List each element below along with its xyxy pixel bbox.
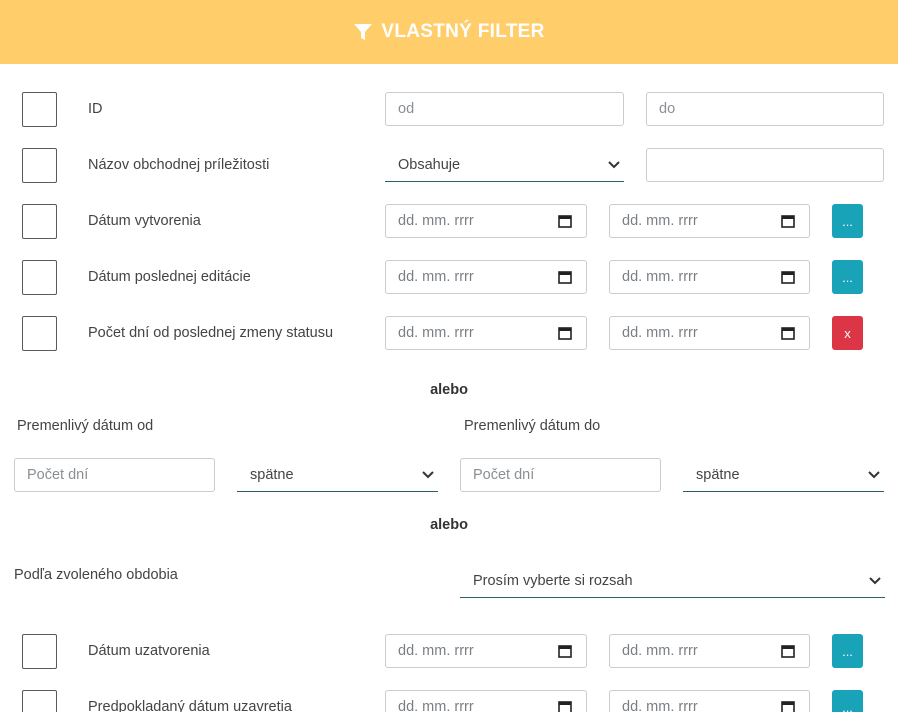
closed-to-date[interactable]: dd. mm. rrrr [609, 634, 810, 668]
filter-row-name: Názov obchodnej príležitosti Obsahuje [0, 148, 898, 184]
chevron-down-icon [868, 470, 880, 478]
date-placeholder: dd. mm. rrrr [398, 269, 474, 285]
id-to-input[interactable]: do [646, 92, 884, 126]
filter-row-edited: Dátum poslednej editácie dd. mm. rrrr dd… [0, 260, 898, 296]
date-placeholder: dd. mm. rrrr [622, 269, 698, 285]
chevron-down-icon [608, 160, 620, 168]
date-placeholder: dd. mm. rrrr [622, 699, 698, 712]
calendar-icon[interactable] [558, 644, 572, 658]
date-placeholder: dd. mm. rrrr [398, 643, 474, 659]
select-value: spätne [696, 466, 740, 483]
calendar-icon[interactable] [781, 700, 795, 712]
date-placeholder: dd. mm. rrrr [622, 325, 698, 341]
filter-row-expected-close: Predpokladaný dátum uzavretia dd. mm. rr… [0, 690, 898, 712]
chevron-down-icon [869, 576, 881, 584]
calendar-icon[interactable] [781, 326, 795, 340]
row-label: Dátum poslednej editácie [88, 269, 251, 285]
calendar-icon[interactable] [781, 644, 795, 658]
row-label: Predpokladaný dátum uzavretia [88, 699, 292, 712]
edited-options-button[interactable]: ... [832, 260, 863, 294]
variable-from-direction-select[interactable]: spätne [237, 458, 438, 492]
status-clear-button[interactable]: x [832, 316, 863, 350]
variable-to-label: Premenlivý dátum do [464, 418, 601, 434]
calendar-icon[interactable] [558, 214, 572, 228]
calendar-icon[interactable] [781, 214, 795, 228]
closed-from-date[interactable]: dd. mm. rrrr [385, 634, 587, 668]
filter-row-status-days: Počet dní od poslednej zmeny statusu dd.… [0, 316, 898, 352]
date-placeholder: dd. mm. rrrr [398, 325, 474, 341]
expected-from-date[interactable]: dd. mm. rrrr [385, 690, 587, 712]
checkbox-expected-close[interactable] [22, 690, 57, 712]
variable-to-direction-select[interactable]: spätne [683, 458, 884, 492]
variable-to-days-input[interactable]: Počet dní [460, 458, 661, 492]
status-from-date[interactable]: dd. mm. rrrr [385, 316, 587, 350]
closed-options-button[interactable]: ... [832, 634, 863, 668]
created-options-button[interactable]: ... [832, 204, 863, 238]
row-label: Počet dní od poslednej zmeny statusu [88, 325, 334, 341]
calendar-icon[interactable] [558, 326, 572, 340]
or-separator: alebo [430, 517, 468, 533]
header-title: VLASTNÝ FILTER [381, 21, 545, 42]
created-from-date[interactable]: dd. mm. rrrr [385, 204, 587, 238]
select-value: Obsahuje [398, 156, 461, 173]
period-label: Podľa zvoleného obdobia [14, 567, 178, 583]
calendar-icon[interactable] [558, 700, 572, 712]
date-placeholder: dd. mm. rrrr [398, 699, 474, 712]
name-match-select[interactable]: Obsahuje [385, 148, 624, 182]
expected-options-button[interactable]: ... [832, 690, 863, 712]
status-to-date[interactable]: dd. mm. rrrr [609, 316, 810, 350]
name-text-input[interactable] [646, 148, 884, 182]
row-label: Dátum vytvorenia [88, 213, 201, 229]
row-label: Názov obchodnej príležitosti [88, 157, 270, 173]
checkbox-id[interactable] [22, 92, 57, 127]
filter-row-closed: Dátum uzatvorenia dd. mm. rrrr dd. mm. r… [0, 634, 898, 670]
calendar-icon[interactable] [558, 270, 572, 284]
created-to-date[interactable]: dd. mm. rrrr [609, 204, 810, 238]
expected-to-date[interactable]: dd. mm. rrrr [609, 690, 810, 712]
checkbox-created[interactable] [22, 204, 57, 239]
filter-row-id: ID od do [0, 92, 898, 128]
row-label: ID [88, 101, 103, 117]
filter-header: VLASTNÝ FILTER [0, 0, 898, 64]
row-label: Dátum uzatvorenia [88, 643, 210, 659]
filter-row-created: Dátum vytvorenia dd. mm. rrrr dd. mm. rr… [0, 204, 898, 240]
date-placeholder: dd. mm. rrrr [622, 643, 698, 659]
period-select[interactable]: Prosím vyberte si rozsah [460, 564, 885, 598]
chevron-down-icon [422, 470, 434, 478]
edited-to-date[interactable]: dd. mm. rrrr [609, 260, 810, 294]
filter-icon [354, 24, 373, 40]
calendar-icon[interactable] [781, 270, 795, 284]
select-value: Prosím vyberte si rozsah [473, 572, 633, 589]
checkbox-closed[interactable] [22, 634, 57, 669]
id-from-input[interactable]: od [385, 92, 624, 126]
date-placeholder: dd. mm. rrrr [398, 213, 474, 229]
date-placeholder: dd. mm. rrrr [622, 213, 698, 229]
select-value: spätne [250, 466, 294, 483]
checkbox-name[interactable] [22, 148, 57, 183]
checkbox-status-days[interactable] [22, 316, 57, 351]
checkbox-edited[interactable] [22, 260, 57, 295]
or-separator: alebo [430, 382, 468, 398]
variable-from-days-input[interactable]: Počet dní [14, 458, 215, 492]
edited-from-date[interactable]: dd. mm. rrrr [385, 260, 587, 294]
variable-from-label: Premenlivý dátum od [17, 418, 154, 434]
